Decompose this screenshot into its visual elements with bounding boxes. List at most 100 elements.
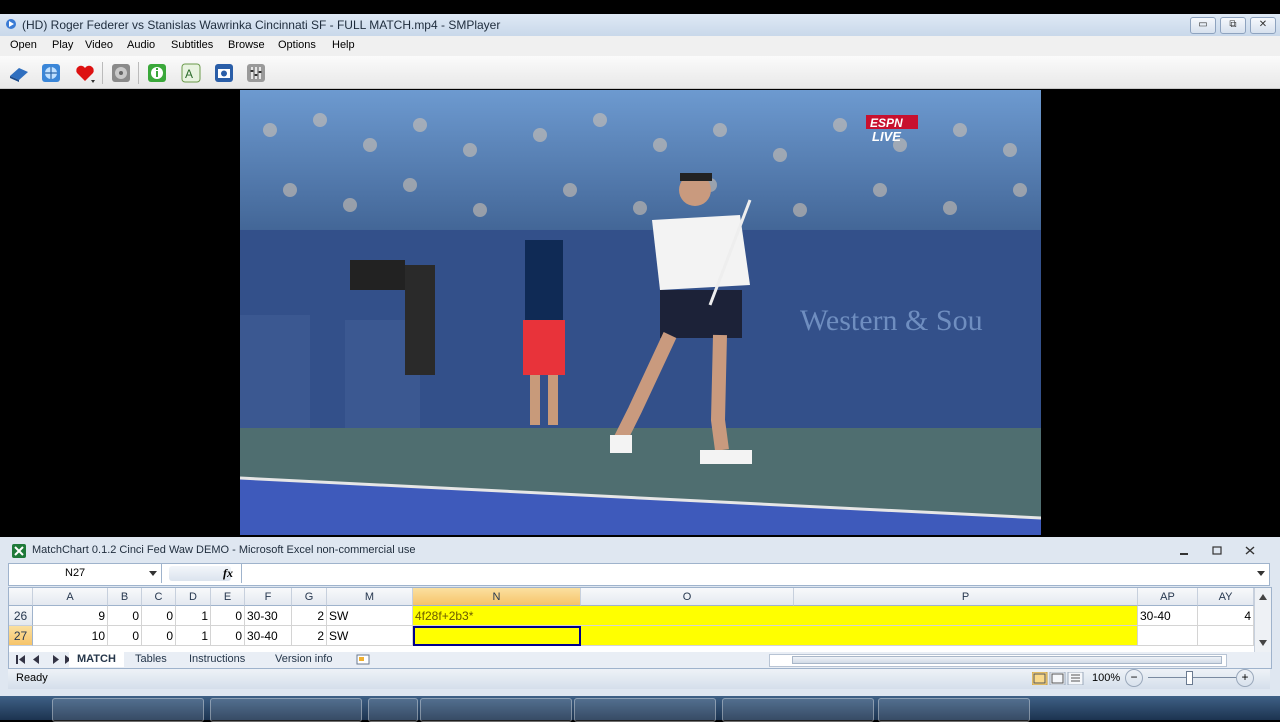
restore-icon[interactable] [1211, 545, 1223, 556]
taskbar-button[interactable] [878, 698, 1030, 722]
select-all-corner[interactable] [9, 588, 33, 606]
col-header-g[interactable]: G [292, 588, 327, 606]
table-cell[interactable]: 1 [176, 606, 211, 626]
col-header-e[interactable]: E [211, 588, 245, 606]
sheet-tab-bar: MATCH Tables Instructions Version info [8, 652, 1272, 669]
menu-open[interactable]: Open [10, 39, 37, 51]
horizontal-scroll-thumb[interactable] [792, 656, 1222, 664]
screenshot-camera-icon[interactable] [213, 62, 235, 84]
zoom-slider-thumb[interactable] [1186, 671, 1193, 685]
status-text: Ready [16, 672, 48, 684]
close-icon[interactable] [1244, 545, 1256, 556]
col-header-o[interactable]: O [581, 588, 794, 606]
taskbar-button[interactable] [722, 698, 874, 722]
view-mode-icons[interactable] [1032, 672, 1084, 685]
subtitle-icon[interactable]: A [180, 62, 202, 84]
table-cell[interactable]: 0 [108, 606, 142, 626]
player-minimize-button[interactable]: ▭ [1190, 17, 1216, 34]
open-file-icon[interactable] [8, 62, 30, 84]
menu-help[interactable]: Help [332, 39, 355, 51]
menu-browse[interactable]: Browse [228, 39, 265, 51]
row-header-27[interactable]: 27 [9, 626, 33, 646]
table-cell[interactable] [1138, 626, 1198, 646]
player-restore-button[interactable]: ⧉ [1220, 17, 1246, 34]
col-header-f[interactable]: F [245, 588, 292, 606]
insert-function-button[interactable]: fx [223, 566, 233, 581]
col-header-a[interactable]: A [33, 588, 108, 606]
row-header-26[interactable]: 26 [9, 606, 33, 626]
sheet-tab-version-info[interactable]: Version info [267, 652, 340, 667]
col-header-p[interactable]: P [794, 588, 1138, 606]
table-cell[interactable]: 4 [1198, 606, 1254, 626]
table-cell[interactable] [1198, 626, 1254, 646]
table-cell[interactable]: 0 [142, 626, 176, 646]
menu-options[interactable]: Options [278, 39, 316, 51]
formula-divider [241, 564, 242, 583]
insert-sheet-icon[interactable] [356, 654, 370, 665]
equalizer-icon[interactable] [245, 62, 267, 84]
col-header-ap[interactable]: AP [1138, 588, 1198, 606]
excel-status-bar: Ready 100% − + [8, 669, 1270, 689]
globe-icon[interactable] [40, 62, 62, 84]
menu-play[interactable]: Play [52, 39, 73, 51]
menu-subtitles[interactable]: Subtitles [171, 39, 213, 51]
minimize-icon[interactable] [1178, 546, 1190, 556]
taskbar-button[interactable] [420, 698, 572, 722]
table-cell[interactable]: 0 [142, 606, 176, 626]
name-box[interactable]: N27 [9, 564, 162, 583]
table-cell[interactable]: SW [327, 626, 413, 646]
sheet-tab-match[interactable]: MATCH [69, 652, 124, 667]
active-cell-n27[interactable] [413, 626, 581, 646]
table-cell[interactable]: 30-30 [245, 606, 292, 626]
player-window-title: (HD) Roger Federer vs Stanislas Wawrinka… [22, 18, 501, 32]
zoom-in-button[interactable]: + [1236, 669, 1254, 687]
table-cell[interactable]: 4f28f+2b3* [413, 606, 581, 626]
favorites-heart-icon[interactable] [74, 62, 96, 84]
table-cell[interactable]: 30-40 [1138, 606, 1198, 626]
taskbar-button[interactable] [368, 698, 418, 722]
table-cell[interactable]: 0 [211, 606, 245, 626]
expand-formula-bar-icon[interactable] [1257, 571, 1265, 577]
col-header-ay[interactable]: AY [1198, 588, 1254, 606]
sheet-tab-tables[interactable]: Tables [127, 652, 175, 667]
chevron-down-icon[interactable] [149, 571, 157, 577]
info-icon[interactable] [146, 62, 168, 84]
zoom-out-button[interactable]: − [1125, 669, 1143, 687]
table-cell[interactable] [581, 626, 794, 646]
table-cell[interactable] [794, 626, 1138, 646]
col-header-c[interactable]: C [142, 588, 176, 606]
col-header-d[interactable]: D [176, 588, 211, 606]
eject-disc-icon[interactable] [110, 62, 132, 84]
zoom-level[interactable]: 100% [1092, 672, 1120, 684]
col-header-b[interactable]: B [108, 588, 142, 606]
taskbar-button[interactable] [574, 698, 716, 722]
table-cell[interactable]: 2 [292, 606, 327, 626]
taskbar-button[interactable] [210, 698, 362, 722]
sheet-tab-instructions[interactable]: Instructions [181, 652, 253, 667]
horizontal-scrollbar[interactable] [769, 654, 1227, 667]
table-cell[interactable] [581, 606, 794, 626]
scroll-down-icon[interactable] [1259, 640, 1267, 646]
col-header-n[interactable]: N [413, 588, 581, 606]
vertical-scrollbar[interactable] [1254, 588, 1271, 652]
col-header-m[interactable]: M [327, 588, 413, 606]
table-cell[interactable] [794, 606, 1138, 626]
spreadsheet-grid: A B C D E F G M N O P AP AY 26 9 0 0 1 0… [8, 587, 1272, 653]
table-cell[interactable]: 30-40 [245, 626, 292, 646]
menu-video[interactable]: Video [85, 39, 113, 51]
live-badge: LIVE [872, 129, 901, 144]
table-cell[interactable]: 10 [33, 626, 108, 646]
table-cell[interactable]: 0 [211, 626, 245, 646]
taskbar-button[interactable] [52, 698, 204, 722]
scroll-up-icon[interactable] [1259, 594, 1267, 600]
sheet-nav-arrows-icon[interactable] [13, 655, 73, 664]
table-cell[interactable]: 1 [176, 626, 211, 646]
player-close-button[interactable]: ✕ [1250, 17, 1276, 34]
table-cell[interactable]: 9 [33, 606, 108, 626]
menu-audio[interactable]: Audio [127, 39, 155, 51]
excel-app-icon [12, 544, 26, 558]
table-cell[interactable]: SW [327, 606, 413, 626]
video-frame[interactable]: Western & Sou ESPN LIVE [240, 90, 1041, 535]
table-cell[interactable]: 2 [292, 626, 327, 646]
table-cell[interactable]: 0 [108, 626, 142, 646]
